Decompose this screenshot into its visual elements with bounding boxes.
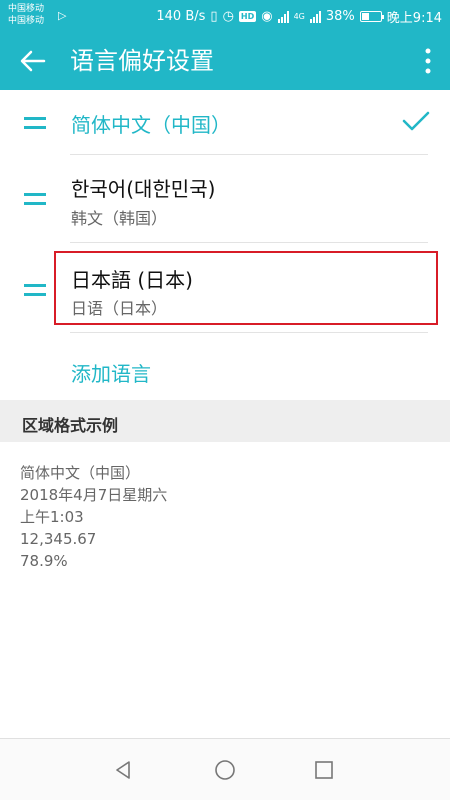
vibrate-icon: ▯: [210, 8, 218, 24]
nav-recent-apps-icon[interactable]: [314, 760, 334, 780]
signal-icon-1: [277, 10, 289, 23]
more-options-icon[interactable]: [424, 48, 432, 74]
drag-handle-icon[interactable]: [24, 284, 46, 296]
highlight-box: [54, 251, 438, 325]
example-time: 上午1:03: [20, 508, 84, 526]
checkmark-icon: [402, 111, 430, 131]
drag-handle-icon[interactable]: [24, 117, 46, 129]
region-format-example: 简体中文（中国） 2018年4月7日星期六 上午1:03 12,345.67 7…: [0, 442, 450, 738]
page-title: 语言偏好设置: [70, 47, 214, 75]
battery-percent: 38%: [325, 9, 355, 24]
region-example-lines: 简体中文（中国） 2018年4月7日星期六 上午1:03 12,345.67 7…: [20, 462, 167, 572]
example-date: 2018年4月7日星期六: [20, 486, 168, 504]
signal-icon-2: [309, 10, 321, 23]
section-title: 区域格式示例: [22, 416, 119, 435]
language-title: 한국어(대한민국): [71, 177, 216, 201]
eye-icon: ◉: [261, 8, 273, 24]
network-type: 4G: [293, 12, 305, 21]
app-bar: 语言偏好设置: [0, 32, 450, 90]
example-percent: 78.9%: [20, 552, 68, 570]
carrier-name-2: 中国移动: [8, 16, 45, 26]
language-item-ko-kr[interactable]: 한국어(대한민국) 韩文（韩国）: [0, 154, 450, 242]
carrier-info: 中国移动 中国移动: [8, 3, 44, 27]
status-bar: 中国移动 中国移动 ▷ 140 B/s ▯ ◷ HD ◉ 4G 38% 晚上9:…: [0, 0, 450, 32]
hd-icon: HD: [238, 11, 257, 22]
language-subtitle: 韩文（韩国）: [71, 209, 168, 228]
language-item-zh-cn[interactable]: 简体中文（中国）: [0, 90, 450, 154]
nav-home-icon[interactable]: [214, 759, 236, 781]
language-list: 简体中文（中国） 한국어(대한민국) 韩文（韩国） 日本語 (日本) 日语（日本…: [0, 90, 450, 400]
carrier-name-1: 中国移动: [8, 4, 45, 14]
clock: 晚上9:14: [386, 11, 442, 26]
example-language: 简体中文（中国）: [20, 464, 141, 482]
alarm-icon: ◷: [222, 8, 234, 24]
nav-back-icon[interactable]: [112, 759, 134, 781]
divider: [70, 332, 428, 333]
network-speed: 140 B/s: [156, 9, 206, 24]
add-language-button[interactable]: 添加语言: [71, 358, 151, 387]
language-title: 简体中文（中国）: [71, 113, 231, 137]
play-store-icon: ▷: [58, 9, 67, 22]
status-indicators: 140 B/s ▯ ◷ HD ◉ 4G 38% 晚上9:14: [156, 7, 442, 26]
example-number: 12,345.67: [20, 530, 97, 548]
drag-handle-icon[interactable]: [24, 193, 46, 205]
navigation-bar: [0, 738, 450, 800]
region-format-header: 区域格式示例: [0, 400, 450, 442]
back-arrow-icon[interactable]: [18, 46, 48, 76]
battery-icon: [359, 11, 384, 22]
